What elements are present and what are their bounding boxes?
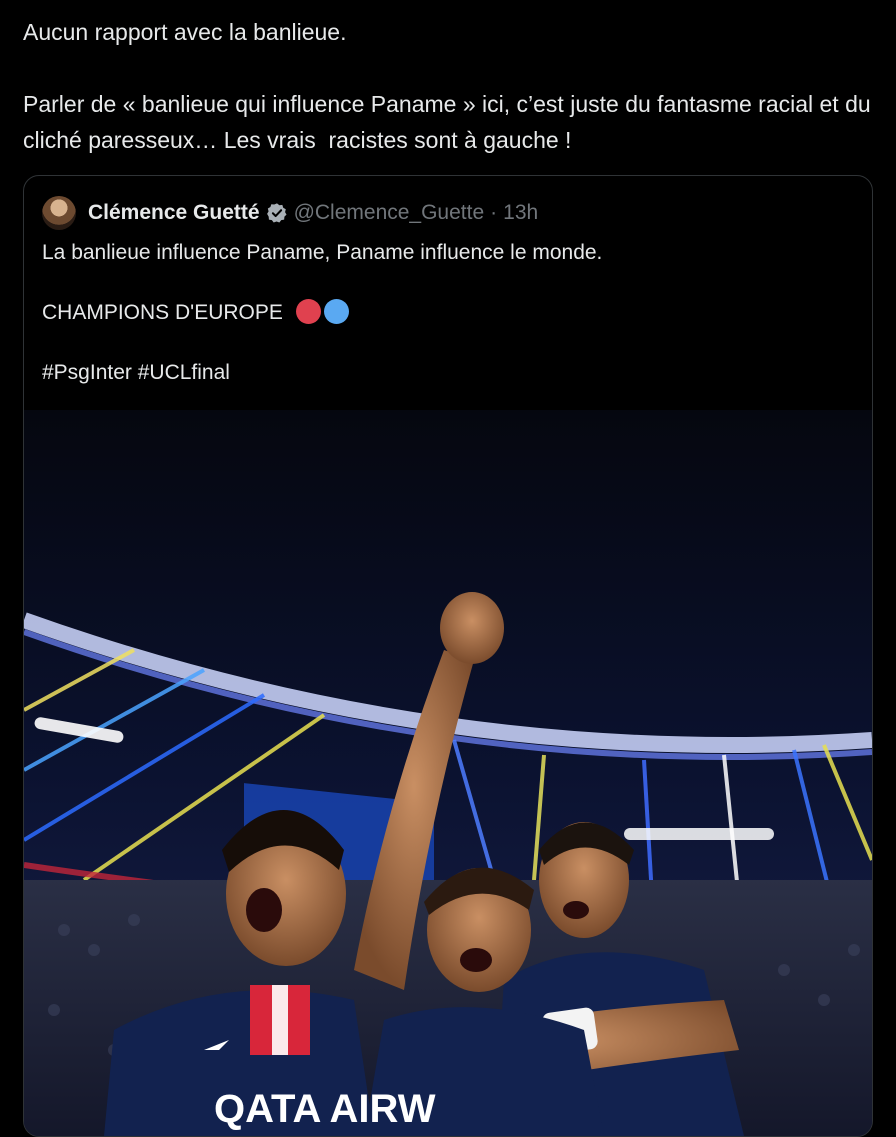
quote-line-2-text: CHAMPIONS D'EUROPE — [42, 301, 283, 324]
avatar[interactable] — [42, 196, 76, 230]
quoted-tweet-card[interactable]: Clémence Guetté @Clemence_Guette · 13h L… — [23, 175, 873, 1137]
tweet-line-1: Aucun rapport avec la banlieue. — [23, 19, 347, 45]
photo-illustration: QATA AIRW — [24, 410, 872, 1136]
separator-dot: · — [490, 201, 498, 224]
tweet-media-photo[interactable]: QATA AIRW — [24, 410, 872, 1136]
author-name[interactable]: Clémence Guetté — [88, 201, 260, 225]
verified-badge-icon — [266, 203, 287, 223]
author-handle[interactable]: @Clemence_Guette — [294, 201, 485, 225]
jersey-sponsor-text: QATA AIRW — [214, 1087, 436, 1131]
quote-line-1: La banlieue influence Paname, Paname inf… — [42, 241, 603, 264]
blue-circle-emoji-icon — [323, 299, 349, 324]
quote-hashtags[interactable]: #PsgInter #UCLfinal — [42, 358, 842, 388]
tweet-text: Aucun rapport avec la banlieue. Parler d… — [23, 14, 873, 158]
quote-line-2: CHAMPIONS D'EUROPE — [42, 298, 842, 328]
tweet-line-2: Parler de « banlieue qui influence Panam… — [23, 91, 878, 153]
red-circle-emoji-icon — [295, 299, 321, 324]
quoted-tweet-text: La banlieue influence Paname, Paname inf… — [42, 238, 842, 418]
quoted-tweet-header: Clémence Guetté @Clemence_Guette · 13h — [42, 196, 538, 230]
timestamp[interactable]: 13h — [503, 201, 538, 225]
